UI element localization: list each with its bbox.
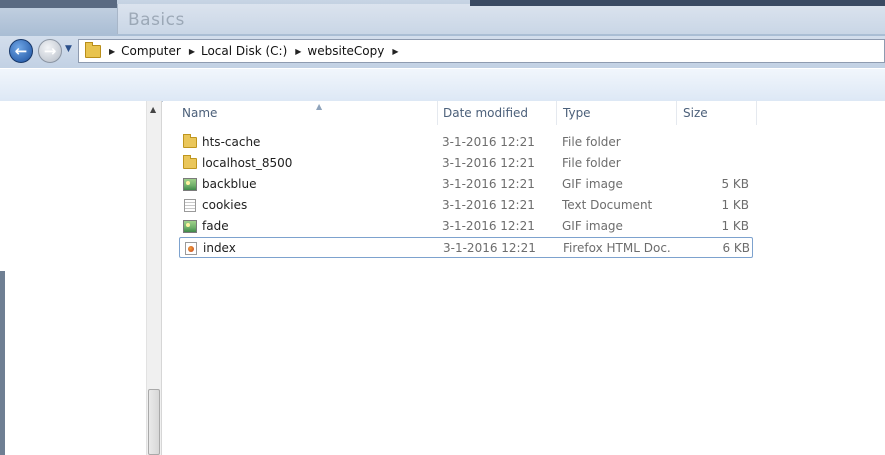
file-name: localhost_8500 xyxy=(202,156,293,170)
breadcrumb-computer[interactable]: Computer xyxy=(121,44,181,58)
file-name: hts-cache xyxy=(202,135,261,149)
file-row[interactable]: fade 3-1-2016 12:21 GIF image 1 KB xyxy=(179,216,753,237)
window-frame-edge xyxy=(0,0,117,8)
gif-image-icon xyxy=(183,178,197,191)
arrow-left-icon: ← xyxy=(14,42,28,60)
file-size xyxy=(669,153,749,174)
navigation-pane-scrollbar[interactable]: ▲ xyxy=(146,101,162,455)
window-frame-edge-right xyxy=(470,0,885,6)
column-header-row: Name ▲ Date modified Type Size xyxy=(163,101,885,125)
file-name: fade xyxy=(202,219,229,233)
column-header-date[interactable]: Date modified xyxy=(437,101,557,125)
file-size xyxy=(669,132,749,153)
recent-pages-dropdown[interactable]: ▼ xyxy=(65,44,72,54)
file-type: File folder xyxy=(562,135,621,149)
folder-icon xyxy=(85,41,101,58)
file-type: Firefox HTML Doc... xyxy=(563,241,671,255)
file-date: 3-1-2016 12:21 xyxy=(442,219,535,233)
gif-image-icon xyxy=(183,220,197,233)
file-type: File folder xyxy=(562,156,621,170)
column-header-name-label: Name xyxy=(182,106,218,120)
forward-button[interactable]: → xyxy=(38,39,62,63)
column-header-type-label: Type xyxy=(563,106,591,120)
file-type: GIF image xyxy=(562,177,623,191)
back-button[interactable]: ← xyxy=(9,39,33,63)
navigation-pane xyxy=(0,101,162,455)
file-list: Name ▲ Date modified Type Size hts-cache… xyxy=(163,101,885,455)
chevron-right-icon[interactable]: ▶ xyxy=(189,47,195,56)
file-date: 3-1-2016 12:21 xyxy=(442,135,535,149)
file-date: 3-1-2016 12:21 xyxy=(443,241,536,255)
file-row[interactable]: hts-cache 3-1-2016 12:21 File folder xyxy=(179,132,753,153)
title-bar-background xyxy=(117,4,885,34)
column-header-size-label: Size xyxy=(683,106,708,120)
scroll-up-icon[interactable]: ▲ xyxy=(150,105,156,114)
scrollbar-thumb[interactable] xyxy=(148,389,160,455)
file-row[interactable]: localhost_8500 3-1-2016 12:21 File folde… xyxy=(179,153,753,174)
file-size: 5 KB xyxy=(721,177,749,191)
file-row-selected[interactable]: index 3-1-2016 12:21 Firefox HTML Doc...… xyxy=(179,237,753,258)
file-date: 3-1-2016 12:21 xyxy=(442,198,535,212)
firefox-html-icon xyxy=(185,242,197,255)
file-type: GIF image xyxy=(562,219,623,233)
chevron-right-icon[interactable]: ▶ xyxy=(295,47,301,56)
breadcrumb-local-disk[interactable]: Local Disk (C:) xyxy=(201,44,287,58)
folder-icon xyxy=(183,134,197,148)
chevron-right-icon[interactable]: ▶ xyxy=(392,47,398,56)
file-name: backblue xyxy=(202,177,257,191)
title-bar: Basics xyxy=(0,0,885,36)
folder-icon xyxy=(183,155,197,169)
column-header-date-label: Date modified xyxy=(443,106,529,120)
file-row[interactable]: cookies 3-1-2016 12:21 Text Document 1 K… xyxy=(179,195,753,216)
column-header-name[interactable]: Name ▲ xyxy=(176,101,438,125)
file-date: 3-1-2016 12:21 xyxy=(442,156,535,170)
file-name: index xyxy=(203,241,236,255)
file-name: cookies xyxy=(202,198,248,212)
column-header-size[interactable]: Size xyxy=(677,101,757,125)
address-bar[interactable]: ▶ Computer ▶ Local Disk (C:) ▶ websiteCo… xyxy=(78,39,885,63)
command-bar xyxy=(0,68,885,102)
arrow-right-icon: → xyxy=(43,42,57,60)
file-size: 1 KB xyxy=(721,198,749,212)
file-date: 3-1-2016 12:21 xyxy=(442,177,535,191)
text-document-icon xyxy=(184,199,196,212)
file-size: 1 KB xyxy=(721,219,749,233)
column-header-type[interactable]: Type xyxy=(557,101,677,125)
window-edge xyxy=(0,271,5,455)
breadcrumb-websitecopy[interactable]: websiteCopy xyxy=(307,44,384,58)
file-type: Text Document xyxy=(562,198,653,212)
file-row[interactable]: backblue 3-1-2016 12:21 GIF image 5 KB xyxy=(179,174,753,195)
chevron-right-icon[interactable]: ▶ xyxy=(109,47,115,56)
window-title: Basics xyxy=(128,10,185,30)
file-size: 6 KB xyxy=(722,241,750,255)
navigation-bar: ← → ▼ ▶ Computer ▶ Local Disk (C:) ▶ web… xyxy=(0,36,885,68)
sort-ascending-icon: ▲ xyxy=(316,102,323,111)
